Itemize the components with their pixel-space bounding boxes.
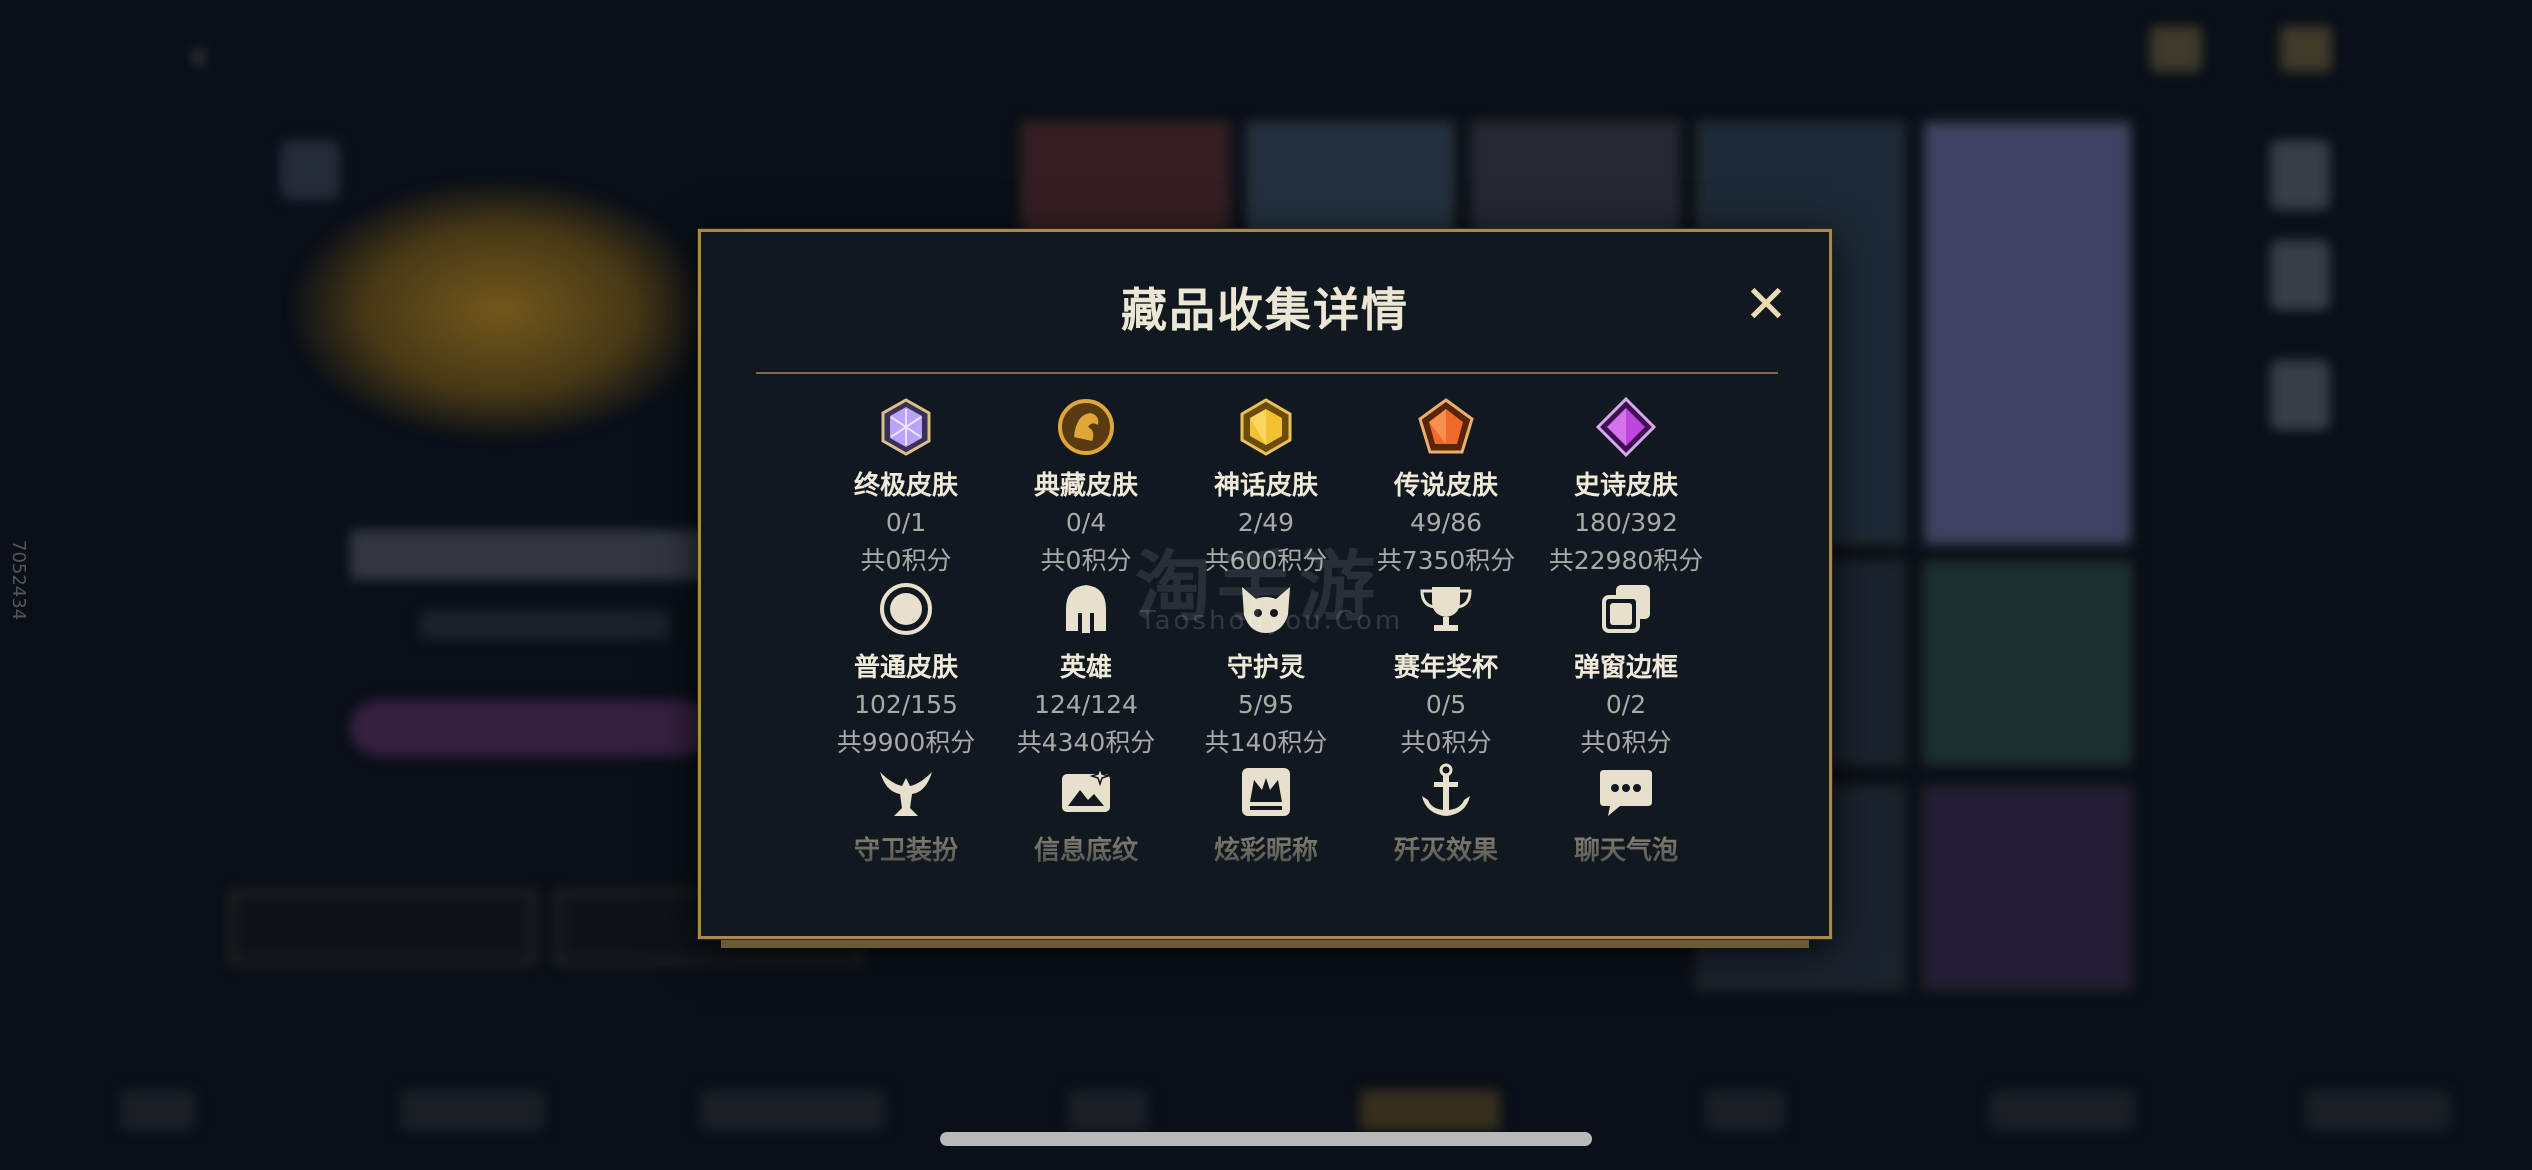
item-label: 弹窗边框 [1573, 653, 1678, 683]
collection-item[interactable]: 炫彩昵称 [1166, 762, 1366, 867]
item-points: 共0积分 [1400, 728, 1492, 757]
item-points: 共0积分 [1580, 728, 1672, 757]
skin-card [1922, 785, 2133, 991]
item-label: 信息底纹 [1033, 836, 1138, 866]
epic-skin-icon [1595, 396, 1657, 458]
item-label: 传说皮肤 [1393, 471, 1498, 501]
bottom-nav-item [1068, 1090, 1148, 1130]
player-sub-blurred [420, 610, 670, 640]
collection-item[interactable]: 普通皮肤 102/155 共9900积分 [806, 579, 1006, 759]
item-label: 史诗皮肤 [1573, 471, 1678, 501]
info-banner-icon [1056, 762, 1116, 822]
trophy-icon [1416, 579, 1476, 639]
item-label: 赛年奖杯 [1393, 653, 1498, 683]
item-count: 0/1 [885, 508, 927, 537]
item-points: 共140积分 [1204, 728, 1328, 757]
item-label: 炫彩昵称 [1213, 836, 1318, 866]
item-label: 典藏皮肤 [1033, 471, 1138, 501]
collection-item[interactable]: 弹窗边框 0/2 共0积分 [1526, 579, 1726, 759]
wallet-icon [2150, 26, 2202, 72]
collection-item[interactable]: 终极皮肤 0/1 共0积分 [806, 397, 1006, 577]
legendary-skin-icon [1416, 397, 1476, 457]
item-points: 共4340积分 [1016, 728, 1156, 757]
side-icon [2270, 240, 2330, 310]
frame-icon [1596, 579, 1656, 639]
home-indicator[interactable] [940, 1132, 1592, 1146]
item-label: 聊天气泡 [1573, 836, 1678, 866]
collection-item[interactable]: 守卫装扮 [806, 762, 1006, 867]
status-pill [350, 700, 710, 756]
item-label: 普通皮肤 [853, 653, 958, 683]
profile-emblem [290, 180, 710, 440]
ward-skin-icon [876, 762, 936, 822]
item-points: 共0积分 [860, 546, 952, 575]
bottom-nav-item [700, 1090, 885, 1130]
rank-badge [280, 140, 340, 200]
item-label: 英雄 [1059, 653, 1112, 683]
bottom-nav-item [1705, 1090, 1785, 1130]
item-count: 5/95 [1237, 690, 1295, 719]
item-count: 124/124 [1034, 690, 1138, 719]
item-count: 0/5 [1425, 690, 1467, 719]
bottom-nav-item [1990, 1090, 2135, 1130]
item-count: 0/2 [1605, 690, 1647, 719]
player-name-blurred [350, 530, 730, 580]
item-label: 神话皮肤 [1213, 471, 1318, 501]
chat-bubble-icon [1596, 762, 1656, 822]
item-points: 共9900积分 [836, 728, 976, 757]
normal-skin-icon [876, 579, 936, 639]
bottom-nav-item [2305, 1090, 2450, 1130]
bottom-nav-item [400, 1090, 545, 1130]
skin-card [1922, 560, 2133, 766]
mythic-skin-icon [1236, 397, 1296, 457]
collection-item[interactable]: 信息底纹 [986, 762, 1186, 867]
side-id-text: 7052434 [8, 540, 29, 621]
ultimate-skin-icon [876, 397, 936, 457]
side-icon [2270, 140, 2330, 210]
menu-icon [2280, 26, 2332, 72]
item-label: 歼灭效果 [1393, 836, 1498, 866]
side-icon [2270, 360, 2330, 430]
finisher-anchor-icon [1416, 762, 1476, 822]
item-label: 守护灵 [1226, 653, 1305, 683]
item-count: 180/392 [1574, 508, 1678, 537]
prestige-skin-icon [1056, 397, 1116, 457]
item-label: 守卫装扮 [853, 836, 958, 866]
watermark-sub: Taoshouyou.Com [1140, 606, 1404, 636]
colored-name-icon [1236, 762, 1296, 822]
bottom-nav-item [120, 1090, 195, 1130]
skin-card [1922, 120, 2133, 546]
collection-item[interactable]: 歼灭效果 [1346, 762, 1546, 867]
collection-item[interactable]: 聊天气泡 [1526, 762, 1726, 867]
collection-item[interactable]: 史诗皮肤 180/392 共22980积分 [1526, 396, 1726, 577]
item-count: 102/155 [854, 690, 958, 719]
bg-button-1 [230, 890, 536, 964]
champion-helmet-icon [1056, 579, 1116, 639]
bottom-nav-item-active [1360, 1090, 1500, 1130]
back-arrow-icon: ‹ [190, 30, 208, 81]
item-points: 共22980积分 [1548, 546, 1704, 575]
item-label: 终极皮肤 [853, 471, 958, 501]
